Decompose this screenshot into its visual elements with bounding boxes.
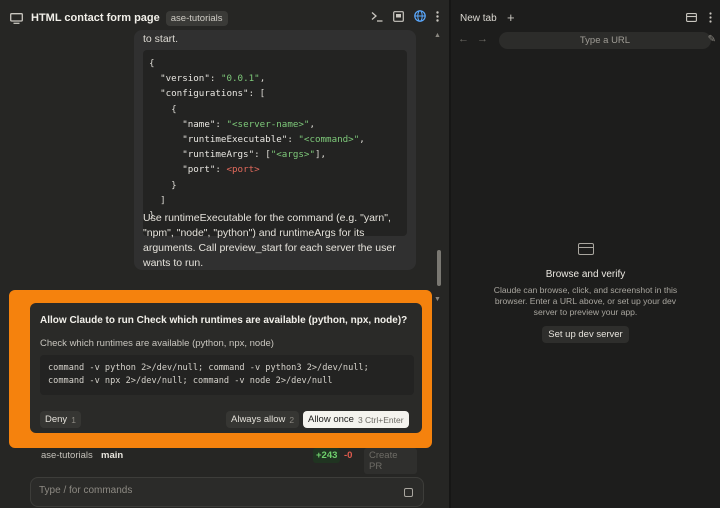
code-line: } bbox=[149, 179, 177, 191]
deny-shortcut: 1 bbox=[71, 414, 76, 425]
plus-icon[interactable]: + bbox=[507, 10, 515, 25]
tab-new[interactable]: New tab bbox=[460, 13, 497, 24]
command-preview: command -v python 2>/dev/null; command -… bbox=[40, 355, 414, 395]
stop-square-icon[interactable] bbox=[404, 488, 413, 497]
chat-scrollbar[interactable] bbox=[437, 250, 441, 286]
composer bbox=[30, 477, 424, 507]
repo-badge[interactable]: ase-tutorials bbox=[165, 10, 228, 26]
deny-button[interactable]: Deny 1 bbox=[40, 411, 81, 428]
code-block: { "version": "0.0.1", "configurations": … bbox=[143, 50, 407, 236]
code-line: "version": "0.0.1", bbox=[160, 73, 266, 85]
terminal-icon[interactable] bbox=[371, 11, 383, 22]
scroll-up-arrow-icon[interactable]: ▲ bbox=[434, 32, 441, 39]
git-status-bar: ase-tutorials main +243 -0 Create PR bbox=[41, 448, 417, 474]
code-line: { bbox=[149, 103, 177, 115]
dialog-title: Allow Claude to run Check which runtimes… bbox=[40, 315, 408, 326]
always-allow-label: Always allow bbox=[231, 414, 286, 425]
setup-dev-server-button[interactable]: Set up dev server bbox=[542, 326, 629, 343]
forward-arrow-icon[interactable]: → bbox=[477, 33, 488, 45]
empty-title: Browse and verify bbox=[545, 269, 626, 280]
code-line: "port": <port> bbox=[182, 164, 260, 176]
code-line: "runtimeArgs": ["<args>"], bbox=[182, 149, 327, 161]
message-intro-text: to start. bbox=[143, 33, 179, 45]
page-title: HTML contact form page bbox=[31, 12, 160, 24]
always-allow-button[interactable]: Always allow 2 bbox=[226, 411, 300, 428]
scroll-down-arrow-icon[interactable]: ▼ bbox=[434, 296, 441, 303]
branch-name[interactable]: main bbox=[101, 450, 123, 461]
browser-empty-state: Browse and verify Claude can browse, cli… bbox=[451, 243, 720, 343]
header-actions bbox=[371, 10, 439, 22]
assistant-message: to start. { "version": "0.0.1", "configu… bbox=[134, 30, 416, 270]
lines-added: +243 bbox=[313, 448, 341, 463]
empty-description: Claude can browse, click, and screenshot… bbox=[493, 285, 678, 317]
code-line: { bbox=[149, 58, 155, 69]
browser-nav-bar: ← → ✎ bbox=[451, 30, 720, 52]
create-pr-button[interactable]: Create PR bbox=[364, 448, 417, 474]
code-line: "name": "<server-name>", bbox=[182, 118, 316, 130]
chat-pane: HTML contact form page ase-tutorials ▲ ▼… bbox=[0, 0, 449, 508]
always-allow-shortcut: 2 bbox=[289, 414, 295, 425]
globe-icon[interactable] bbox=[414, 10, 426, 22]
back-arrow-icon[interactable]: ← bbox=[458, 33, 469, 45]
dialog-subtitle: Check which runtimes are available (pyth… bbox=[40, 338, 274, 349]
sidebar-toggle-icon[interactable] bbox=[686, 12, 697, 23]
browser-pane: New tab + ← → ✎ Browse and verify Claude… bbox=[451, 0, 720, 508]
command-input[interactable] bbox=[39, 485, 389, 496]
deny-label: Deny bbox=[45, 414, 68, 425]
url-input[interactable] bbox=[499, 32, 711, 49]
code-line: "configurations": [ bbox=[160, 88, 266, 100]
allow-once-shortcut: 3 Ctrl+Enter bbox=[357, 414, 404, 425]
lines-removed: -0 bbox=[344, 450, 353, 461]
repo-name[interactable]: ase-tutorials bbox=[41, 450, 93, 461]
browser-actions bbox=[686, 12, 712, 23]
browser-window-icon bbox=[577, 243, 594, 255]
allow-once-label: Allow once bbox=[308, 414, 354, 425]
monitor-icon[interactable] bbox=[10, 12, 23, 24]
code-line: ] bbox=[149, 194, 166, 206]
permission-dialog: Allow Claude to run Check which runtimes… bbox=[30, 303, 422, 433]
more-icon[interactable] bbox=[436, 10, 439, 22]
message-body: Use runtimeExecutable for the command (e… bbox=[143, 212, 396, 269]
code-line: "runtimeExecutable": "<command>", bbox=[182, 134, 365, 146]
split-view-icon[interactable] bbox=[393, 10, 404, 22]
allow-once-button[interactable]: Allow once 3 Ctrl+Enter bbox=[303, 411, 409, 428]
browser-tab-bar: New tab + bbox=[451, 0, 720, 30]
more-icon[interactable] bbox=[709, 12, 712, 23]
edit-pencil-icon[interactable]: ✎ bbox=[708, 34, 716, 45]
